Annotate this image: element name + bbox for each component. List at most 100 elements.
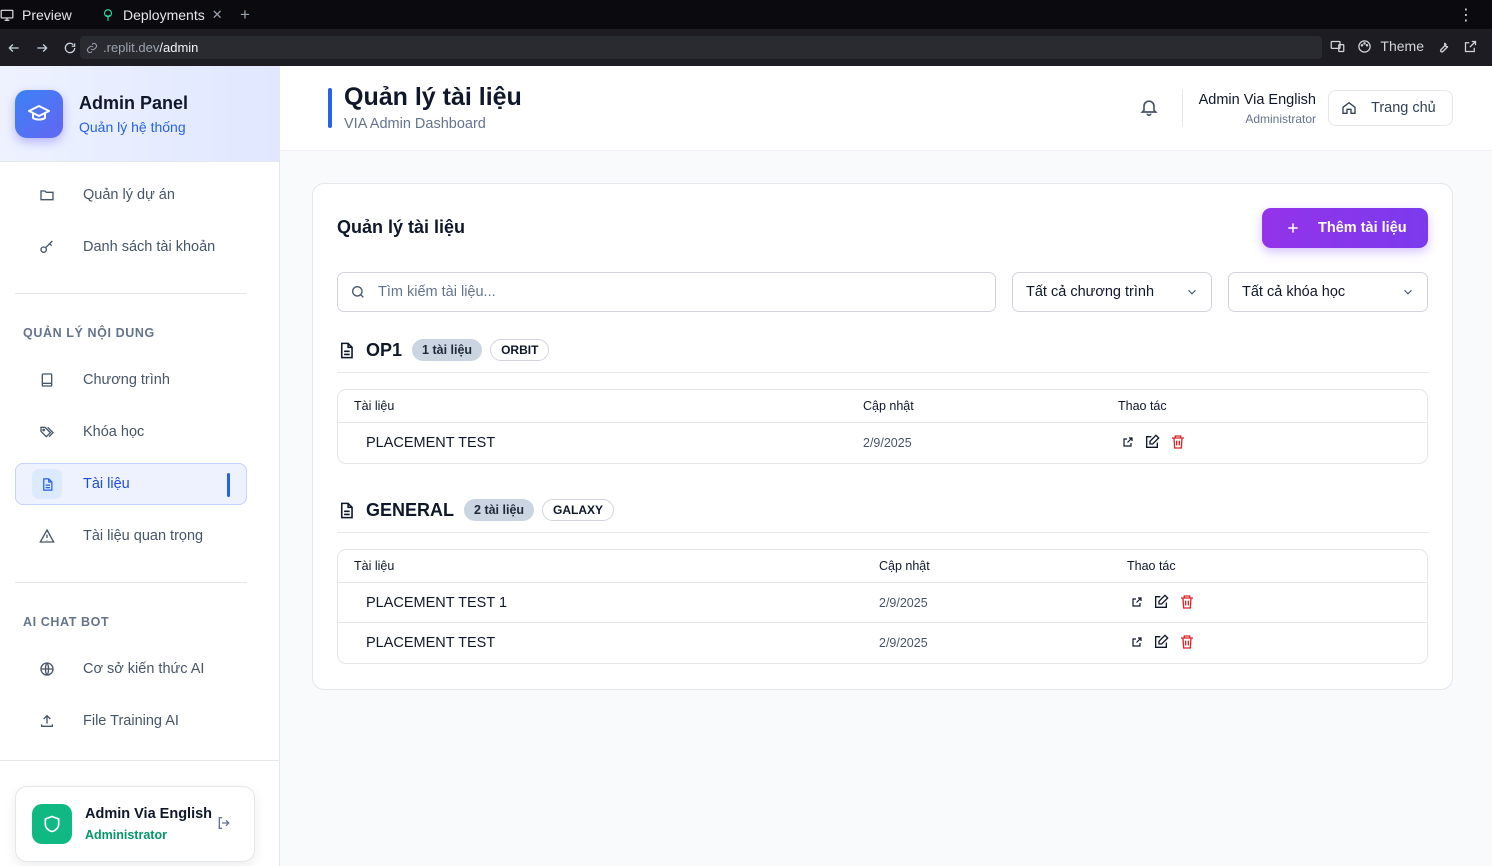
link-icon xyxy=(87,42,97,53)
new-tab-icon[interactable]: + xyxy=(240,5,250,25)
header-user-role: Administrator xyxy=(1245,112,1316,126)
edit-icon[interactable] xyxy=(1153,594,1169,610)
book-icon xyxy=(32,372,62,388)
graduation-cap-icon xyxy=(15,89,63,138)
edit-icon[interactable] xyxy=(1153,634,1169,650)
sidebar-item-ai-training[interactable]: File Training AI xyxy=(15,700,247,742)
header-divider xyxy=(1182,90,1183,126)
sidebar-item-projects[interactable]: Quản lý dự án xyxy=(15,174,247,216)
brand-title: Admin Panel xyxy=(79,92,189,113)
warning-icon xyxy=(32,528,62,544)
table-row: PLACEMENT TEST 1 2/9/2025 xyxy=(338,583,1427,623)
documents-table: Tài liệu Cập nhật Thao tác PLACEMENT TES… xyxy=(337,549,1428,664)
trash-icon[interactable] xyxy=(1170,434,1186,450)
edit-icon[interactable] xyxy=(1144,434,1160,450)
deploy-icon xyxy=(103,8,113,21)
browser-url-bar: .replit.dev/admin Theme xyxy=(0,29,1492,66)
documents-table: Tài liệu Cập nhật Thao tác PLACEMENT TES… xyxy=(337,389,1428,464)
sidebar-divider xyxy=(15,582,247,583)
globe-icon xyxy=(32,661,62,677)
group-divider xyxy=(337,532,1429,533)
home-icon xyxy=(1342,101,1356,114)
close-icon[interactable]: ✕ xyxy=(212,7,223,23)
palette-icon[interactable] xyxy=(1357,39,1372,54)
group-name: GENERAL xyxy=(366,499,455,520)
home-button[interactable]: Trang chủ xyxy=(1328,90,1453,126)
upload-icon xyxy=(32,713,62,729)
external-link-icon[interactable] xyxy=(1122,436,1134,448)
page-header: Quản lý tài liệu VIA Admin Dashboard Adm… xyxy=(280,66,1492,151)
sidebar-item-label: Khóa học xyxy=(83,424,145,440)
sidebar-item-label: Chương trình xyxy=(83,372,170,388)
monitor-icon xyxy=(0,9,14,21)
external-link-icon[interactable] xyxy=(1131,596,1143,608)
wrench-icon[interactable] xyxy=(1436,39,1451,54)
sidebar-item-documents[interactable]: Tài liệu xyxy=(15,463,247,505)
key-icon xyxy=(32,239,62,255)
add-document-button[interactable]: Thêm tài liệu xyxy=(1262,208,1428,248)
chevron-down-icon xyxy=(1188,289,1196,295)
sidebar-item-label: Danh sách tài khoản xyxy=(83,239,216,255)
group-header: GENERAL 2 tài liệu GALAXY xyxy=(337,499,615,521)
table-header: Tài liệu Cập nhật Thao tác xyxy=(338,550,1427,583)
sidebar-item-courses[interactable]: Khóa học xyxy=(15,411,247,453)
sidebar-item-label: Cơ sở kiến thức AI xyxy=(83,661,205,677)
program-tag-badge: ORBIT xyxy=(490,339,550,361)
tab-label: Deployments xyxy=(123,6,205,23)
course-filter-value: Tất cả khóa học xyxy=(1242,284,1346,300)
column-header-updated: Cập nhật xyxy=(863,399,914,413)
tab-label: Preview xyxy=(22,6,72,23)
documents-card: Quản lý tài liệu Thêm tài liệu Tất cả ch… xyxy=(312,183,1453,690)
bell-icon[interactable] xyxy=(1139,97,1159,122)
sidebar-item-accounts[interactable]: Danh sách tài khoản xyxy=(15,226,247,268)
external-link-icon[interactable] xyxy=(1131,636,1143,648)
folder-icon xyxy=(32,187,62,203)
logout-icon[interactable] xyxy=(216,815,232,836)
section-title-content: QUẢN LÝ NỘI DUNG xyxy=(23,326,155,340)
document-count-badge: 2 tài liệu xyxy=(464,499,535,521)
program-filter-select[interactable]: Tất cả chương trình xyxy=(1012,272,1212,312)
user-role: Administrator xyxy=(85,828,167,842)
title-accent-bar xyxy=(328,88,332,128)
url-host: .replit.dev xyxy=(103,40,160,55)
group-header: OP1 1 tài liệu ORBIT xyxy=(337,339,550,361)
back-icon[interactable] xyxy=(0,41,28,55)
shield-icon xyxy=(32,804,72,844)
brand-subtitle: Quản lý hệ thống xyxy=(79,118,186,135)
tab-preview[interactable]: Preview xyxy=(0,0,93,29)
devices-icon[interactable] xyxy=(1330,39,1345,54)
sidebar-item-label: File Training AI xyxy=(83,713,179,729)
search-input[interactable] xyxy=(378,284,978,300)
sidebar-divider xyxy=(15,293,247,294)
home-button-label: Trang chủ xyxy=(1371,100,1436,116)
table-row: PLACEMENT TEST 2/9/2025 xyxy=(338,423,1427,463)
open-external-icon[interactable] xyxy=(1463,39,1478,54)
program-tag-badge: GALAXY xyxy=(542,499,615,521)
more-options-icon[interactable]: ⋮ xyxy=(1458,5,1474,25)
tab-deployments[interactable]: Deployments ✕ xyxy=(93,0,230,29)
user-name: Admin Via English xyxy=(85,806,213,822)
chevron-down-icon xyxy=(1404,289,1412,295)
group-divider xyxy=(337,372,1429,373)
search-icon xyxy=(352,286,364,298)
course-filter-select[interactable]: Tất cả khóa học xyxy=(1228,272,1428,312)
plus-icon xyxy=(1288,223,1298,233)
sidebar-item-ai-knowledge[interactable]: Cơ sở kiến thức AI xyxy=(15,648,247,690)
trash-icon[interactable] xyxy=(1179,634,1195,650)
document-count-badge: 1 tài liệu xyxy=(412,339,483,361)
sidebar-item-important-documents[interactable]: Tài liệu quan trọng xyxy=(15,515,247,557)
forward-icon[interactable] xyxy=(28,41,56,55)
card-title: Quản lý tài liệu xyxy=(337,217,466,237)
sidebar-item-programs[interactable]: Chương trình xyxy=(15,359,247,401)
column-header-actions: Thao tác xyxy=(1118,399,1167,413)
search-box xyxy=(337,272,996,312)
theme-button[interactable]: Theme xyxy=(1380,38,1424,54)
section-title-ai: AI CHAT BOT xyxy=(23,615,110,629)
document-name: PLACEMENT TEST 1 xyxy=(366,595,508,611)
document-icon xyxy=(340,342,353,358)
trash-icon[interactable] xyxy=(1179,594,1195,610)
document-name: PLACEMENT TEST xyxy=(366,435,496,451)
address-field[interactable]: .replit.dev/admin xyxy=(80,36,1322,59)
header-user-name: Admin Via English xyxy=(1198,92,1316,108)
page-subtitle: VIA Admin Dashboard xyxy=(344,116,486,132)
